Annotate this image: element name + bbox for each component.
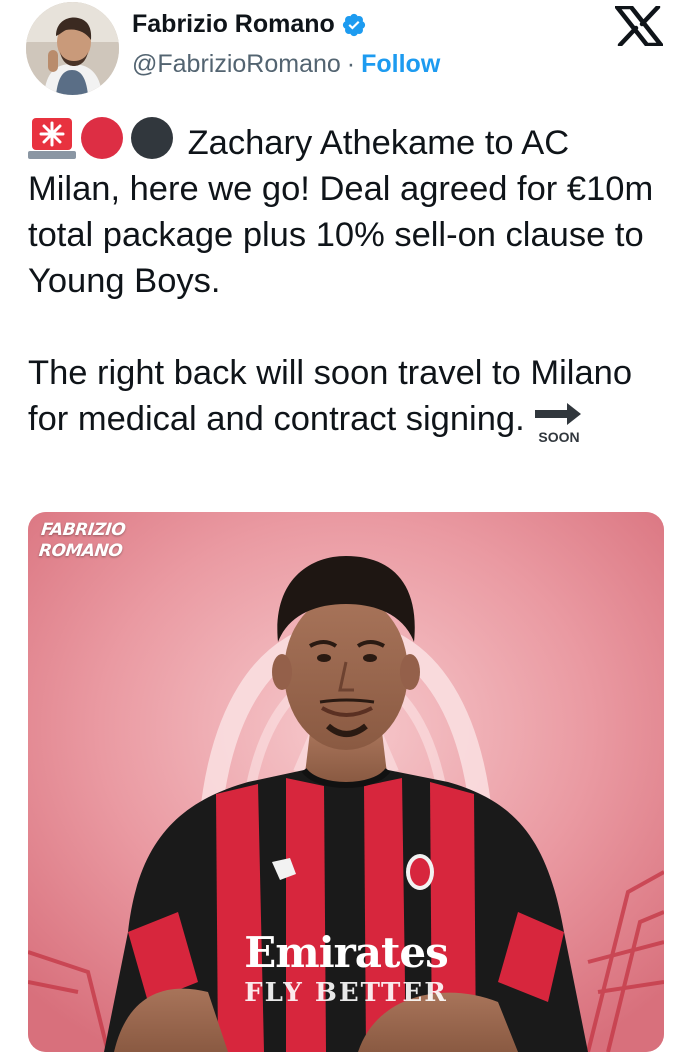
black-circle-icon: [131, 117, 173, 159]
tweet-text: Zachary Athekame to AC Milan, here we go…: [28, 116, 668, 444]
x-logo-icon[interactable]: [615, 6, 663, 46]
rotating-light-icon: [28, 118, 76, 159]
follow-button[interactable]: Follow: [361, 50, 440, 79]
author-avatar[interactable]: [26, 2, 119, 95]
tweet-paragraph-2: The right back will soon travel to Milan…: [28, 350, 668, 444]
tweet-media-image[interactable]: FABRIZIO ROMANO Emirates FLY BETTER: [28, 512, 664, 1052]
red-circle-icon: [81, 117, 123, 159]
media-watermark: FABRIZIO ROMANO: [38, 520, 126, 562]
watermark-line-2: ROMANO: [37, 541, 124, 561]
shirt-sponsor: Emirates: [244, 928, 449, 977]
author-handle-row: @FabrizioRomano · Follow: [132, 50, 440, 79]
tweet-paragraph-1: Zachary Athekame to AC Milan, here we go…: [28, 116, 668, 304]
author-handle[interactable]: @FabrizioRomano: [132, 50, 341, 79]
separator-dot: ·: [346, 50, 356, 78]
watermark-line-1: FABRIZIO: [40, 520, 127, 540]
verified-badge-icon: [342, 13, 365, 36]
soon-arrow-icon: SOON: [534, 403, 581, 444]
shirt-sponsor-tagline: FLY BETTER: [244, 978, 448, 1008]
author-name[interactable]: Fabrizio Romano: [132, 10, 335, 39]
soon-label: SOON: [538, 429, 579, 444]
author-name-row: Fabrizio Romano: [132, 10, 367, 39]
